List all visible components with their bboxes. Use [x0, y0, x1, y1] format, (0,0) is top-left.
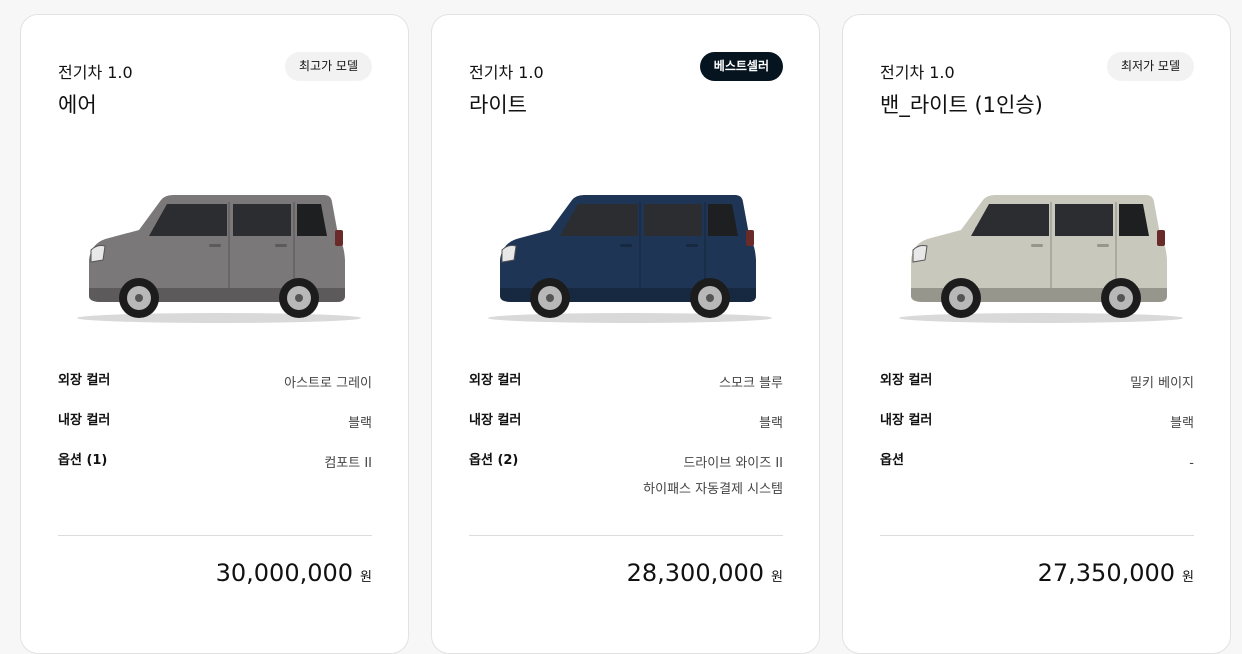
price-amount: 27,350,000	[1037, 559, 1176, 587]
car-image	[899, 195, 1183, 323]
option-row: 옵션 -	[880, 449, 1194, 473]
trim-name: 에어	[58, 93, 97, 117]
option-values: 컴포트 II	[324, 451, 372, 477]
exterior-color-value: 밀키 베이지	[1130, 376, 1194, 391]
interior-color-value: 블랙	[759, 416, 783, 431]
car-image	[77, 195, 361, 323]
divider	[469, 535, 783, 536]
car-image	[488, 195, 772, 323]
interior-color-row: 내장 컬러 블랙	[469, 409, 783, 433]
trim-name: 라이트	[469, 93, 527, 117]
interior-color-label: 내장 컬러	[880, 413, 933, 428]
price: 27,350,000 원	[1038, 559, 1194, 587]
badge-lowest-price: 최저가 모델	[1106, 52, 1194, 81]
trim-series: 전기차 1.0	[58, 63, 133, 82]
trim-name: 밴_라이트 (1인승)	[880, 93, 1043, 117]
interior-color-row: 내장 컬러 블랙	[58, 409, 372, 433]
trim-card[interactable]: 전기차 1.0 라이트 베스트셀러 외장 컬러 스모크 블루 내장 컬러 블랙 …	[431, 14, 820, 654]
option-label: 옵션	[880, 453, 904, 468]
option-item: -	[1189, 456, 1194, 471]
trim-card[interactable]: 전기차 1.0 밴_라이트 (1인승) 최저가 모델 외장 컬러 밀키 베이지 …	[842, 14, 1231, 654]
price: 28,300,000 원	[627, 559, 783, 587]
exterior-color-row: 외장 컬러 스모크 블루	[469, 369, 783, 393]
interior-color-label: 내장 컬러	[469, 413, 522, 428]
exterior-color-row: 외장 컬러 밀키 베이지	[880, 369, 1194, 393]
interior-color-value: 블랙	[1170, 416, 1194, 431]
price-currency: 원	[1182, 570, 1194, 585]
price-currency: 원	[771, 570, 783, 585]
price-currency: 원	[360, 570, 372, 585]
price-amount: 30,000,000	[215, 559, 354, 587]
trim-series: 전기차 1.0	[469, 63, 544, 82]
exterior-color-row: 외장 컬러 아스트로 그레이	[58, 369, 372, 393]
exterior-color-label: 외장 컬러	[58, 373, 111, 388]
interior-color-row: 내장 컬러 블랙	[880, 409, 1194, 433]
exterior-color-value: 스모크 블루	[719, 376, 783, 391]
trim-series: 전기차 1.0	[880, 63, 955, 82]
option-label: 옵션 (1)	[58, 453, 108, 468]
option-item: 드라이브 와이즈 II	[683, 456, 783, 471]
badge-highest-price: 최고가 모델	[284, 52, 372, 81]
badge-bestseller: 베스트셀러	[699, 52, 783, 81]
exterior-color-value: 아스트로 그레이	[284, 376, 372, 391]
interior-color-value: 블랙	[348, 416, 372, 431]
option-item: 하이패스 자동결제 시스템	[643, 482, 783, 497]
divider	[880, 535, 1194, 536]
price: 30,000,000 원	[216, 559, 372, 587]
option-values: -	[1189, 451, 1194, 477]
interior-color-label: 내장 컬러	[58, 413, 111, 428]
price-amount: 28,300,000	[626, 559, 765, 587]
trim-card[interactable]: 전기차 1.0 에어 최고가 모델 외장 컬러 아스트로 그레이 내장 컬러 블…	[20, 14, 409, 654]
exterior-color-label: 외장 컬러	[469, 373, 522, 388]
trim-card-list: 전기차 1.0 에어 최고가 모델 외장 컬러 아스트로 그레이 내장 컬러 블…	[20, 14, 1231, 654]
divider	[58, 535, 372, 536]
exterior-color-label: 외장 컬러	[880, 373, 933, 388]
option-label: 옵션 (2)	[469, 453, 519, 468]
option-values: 드라이브 와이즈 II 하이패스 자동결제 시스템	[643, 451, 783, 503]
option-item: 컴포트 II	[324, 456, 372, 471]
option-row: 옵션 (1) 컴포트 II	[58, 449, 372, 473]
option-row: 옵션 (2) 드라이브 와이즈 II 하이패스 자동결제 시스템	[469, 449, 783, 497]
